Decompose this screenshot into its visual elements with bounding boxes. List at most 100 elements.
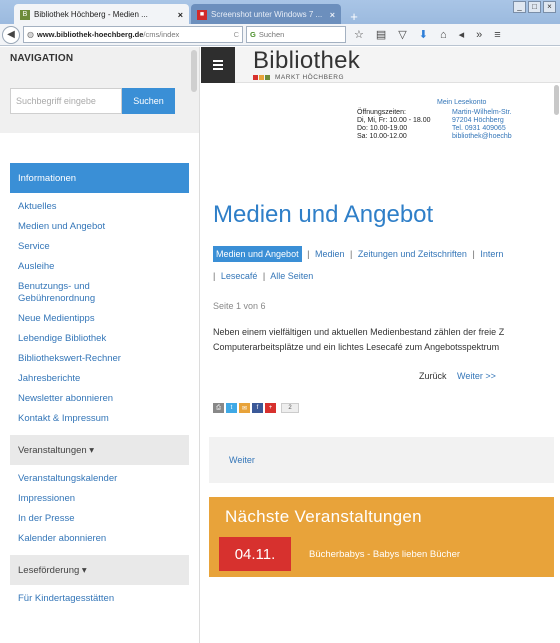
address-line: 97204 Höchberg [452, 117, 504, 124]
subnav-intern[interactable]: Intern [480, 249, 503, 259]
sidebar-header: NAVIGATION Suchen [0, 47, 199, 133]
subnav-medien-angebot[interactable]: Medien und Angebot [213, 246, 302, 262]
address: Martin-Wilhelm-Str. 97204 Höchberg Tel. … [452, 109, 512, 141]
bookmarks-list-icon[interactable]: ▤ [376, 28, 386, 41]
plus-share-icon[interactable]: + [265, 403, 276, 413]
lesefoerderung-list: Für Kindertagesstätten [10, 589, 189, 609]
tab-label: Bibliothek Höchberg - Medien ... [34, 10, 148, 19]
event-name[interactable]: Bücherbabys - Babys lieben Bücher [309, 549, 460, 560]
search-engine-icon: G [250, 30, 256, 39]
search-input[interactable] [10, 88, 122, 114]
sidebar-item-aktuelles[interactable]: Aktuelles [10, 197, 189, 217]
sidebar-scrollbar[interactable] [191, 50, 197, 92]
subnav-alle-seiten[interactable]: Alle Seiten [270, 271, 313, 281]
close-tab-icon[interactable]: × [330, 10, 335, 20]
share-count: 2 [281, 403, 299, 413]
tab-bibliothek[interactable]: B Bibliothek Höchberg - Medien ... × [14, 4, 189, 25]
section-lesefoerderung[interactable]: Leseförderung ▾ [10, 555, 189, 585]
sidebar-item-kalender-abo[interactable]: Kalender abonnieren [10, 529, 189, 549]
events-title: Nächste Veranstaltungen [225, 507, 422, 526]
navigation-bar: ◀ ◍ www.bibliothek-hoechberg.de /cms/ind… [0, 24, 560, 46]
address-line: Martin-Wilhelm-Str. [452, 109, 512, 116]
library-favicon-icon: B [20, 9, 30, 20]
event-date: 04.11. [219, 537, 291, 571]
hours-label: Öffnungszeiten: [357, 109, 406, 116]
minimize-button[interactable]: _ [513, 1, 526, 13]
email-link[interactable]: bibliothek@hoechb [452, 133, 512, 141]
sidebar-item-medientipps[interactable]: Neue Medientipps [10, 309, 189, 329]
sidebar-item-benutzung[interactable]: Benutzungs- und Gebührenordnung [10, 277, 120, 309]
opening-hours: Öffnungszeiten: Di, Mi, Fr: 10.00 - 18.0… [357, 109, 431, 141]
home-icon[interactable]: ⌂ [440, 29, 447, 41]
pager: Zurück Weiter >> [419, 371, 560, 381]
sidebar-item-jahresberichte[interactable]: Jahresberichte [10, 369, 189, 389]
print-icon[interactable]: ⎙ [213, 403, 224, 413]
twitter-icon[interactable]: t [226, 403, 237, 413]
body-line: Computerarbeitsplätze und ein lichtes Le… [213, 342, 500, 352]
sidebar-navigation: NAVIGATION Suchen Informationen Aktuelle… [0, 47, 200, 643]
hours-line: Do: 10.00-19.00 [357, 125, 408, 132]
sidebar-item-newsletter[interactable]: Newsletter abonnieren [10, 389, 189, 409]
sidebar-item-impressionen[interactable]: Impressionen [10, 489, 189, 509]
browser-search-input[interactable]: G Suchen [246, 26, 346, 43]
red-favicon-icon: ■ [197, 9, 207, 20]
event-row[interactable]: 04.11. Bücherbabys - Babys lieben Bücher [209, 537, 554, 571]
sidebar-item-medien[interactable]: Medien und Angebot [10, 217, 189, 237]
sidebar-item-rechner[interactable]: Bibliothekswert-Rechner [10, 349, 189, 369]
tab-label: Screenshot unter Windows 7 ... [211, 10, 323, 19]
address-line: Tel. 0931 409065 [452, 125, 506, 132]
globe-icon: ◍ [27, 30, 34, 39]
download-icon[interactable]: ⬇ [419, 28, 428, 41]
close-window-button[interactable]: × [543, 1, 556, 13]
menu-icon[interactable]: ≡ [494, 29, 500, 41]
back-arrow-icon: ◀ [7, 29, 15, 40]
sidebar-item-kontakt[interactable]: Kontakt & Impressum [10, 409, 189, 429]
subnav-zeitungen[interactable]: Zeitungen und Zeitschriften [358, 249, 467, 259]
share-buttons: ⎙ t ✉ f + 2 [213, 403, 560, 413]
facebook-icon[interactable]: f [252, 403, 263, 413]
body-text: Neben einem vielfältigen und aktuellen M… [213, 325, 560, 355]
search-button[interactable]: Suchen [122, 88, 175, 114]
window-controls: _ □ × [513, 1, 556, 13]
overflow-icon[interactable]: » [476, 29, 482, 41]
informationen-list: Aktuelles Medien und Angebot Service Aus… [10, 197, 189, 429]
hours-line: Di, Mi, Fr: 10.00 - 18.00 [357, 117, 431, 124]
page-title: Medien und Angebot [213, 201, 434, 228]
sidebar-item-presse[interactable]: In der Presse [10, 509, 189, 529]
page-info: Seite 1 von 6 [213, 301, 266, 311]
weiter-link[interactable]: Weiter [229, 455, 255, 465]
url-path: /cms/index [143, 30, 180, 39]
subnav-medien[interactable]: Medien [315, 249, 345, 259]
weiter-box: Weiter [209, 437, 554, 483]
url-host: www.bibliothek-hoechberg.de [36, 30, 144, 39]
sidebar-title: NAVIGATION [10, 53, 74, 64]
toolbar-icons: ☆ ▤ ▽ ⬇ ⌂ ◂ » ≡ [354, 28, 501, 42]
section-veranstaltungen[interactable]: Veranstaltungen ▾ [10, 435, 189, 465]
sidebar-item-kitas[interactable]: Für Kindertagesstätten [10, 589, 189, 609]
sidebar-item-lebendige[interactable]: Lebendige Bibliothek [10, 329, 189, 349]
sidebar-item-ausleihe[interactable]: Ausleihe [10, 257, 189, 277]
search-placeholder: Suchen [258, 30, 285, 39]
main-content: Bibliothek MARKT HÖCHBERG Mein Lesekonto… [201, 47, 560, 643]
pager-back-link[interactable]: Zurück [419, 371, 447, 381]
email-icon[interactable]: ✉ [239, 403, 250, 413]
subnav-lesecafe[interactable]: Lesecafé [221, 271, 258, 281]
bookmark-star-icon[interactable]: ☆ [354, 28, 364, 41]
back-button[interactable]: ◀ [2, 25, 20, 44]
sidebar-item-kalender[interactable]: Veranstaltungskalender [10, 469, 189, 489]
tab-strip: B Bibliothek Höchberg - Medien ... × ■ S… [14, 2, 363, 25]
address-bar[interactable]: ◍ www.bibliothek-hoechberg.de /cms/index… [23, 26, 243, 43]
new-tab-button[interactable]: + [345, 7, 363, 25]
section-informationen[interactable]: Informationen [10, 163, 189, 193]
sidebar-item-service[interactable]: Service [10, 237, 189, 257]
hours-line: Sa: 10.00-12.00 [357, 133, 407, 140]
pager-next-link[interactable]: Weiter >> [457, 371, 496, 381]
maximize-button[interactable]: □ [528, 1, 541, 13]
close-tab-icon[interactable]: × [178, 10, 183, 20]
tab-screenshot[interactable]: ■ Screenshot unter Windows 7 ... × [191, 4, 341, 25]
send-icon[interactable]: ◂ [459, 28, 465, 41]
pocket-icon[interactable]: ▽ [398, 28, 406, 41]
reload-button[interactable]: C [230, 30, 239, 39]
sub-navigation: Medien und Angebot | Medien | Zeitungen … [213, 243, 560, 287]
account-link[interactable]: Mein Lesekonto [437, 99, 486, 106]
